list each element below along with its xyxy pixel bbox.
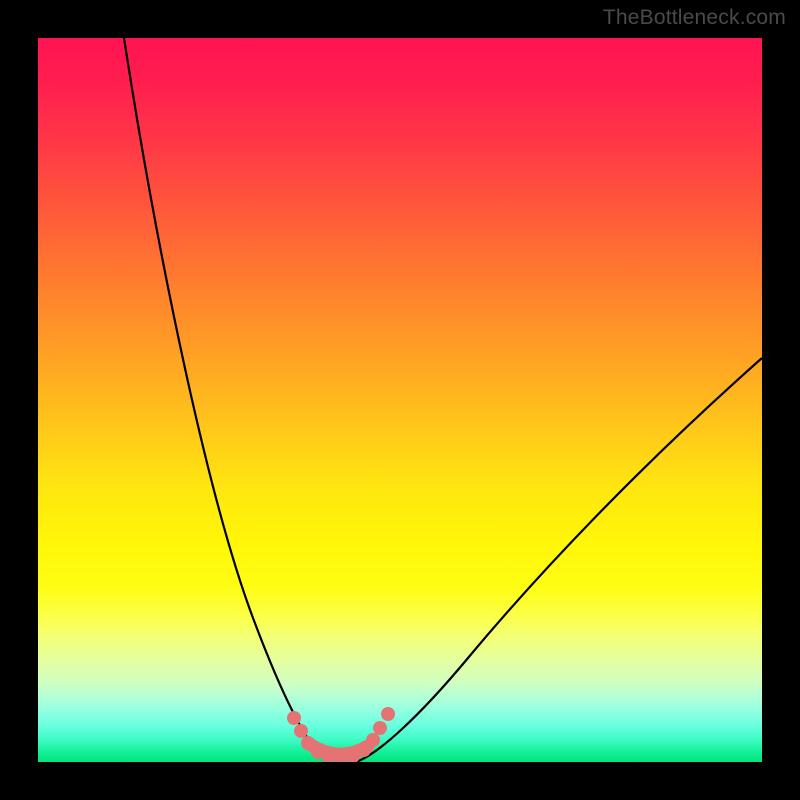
watermark-text: TheBottleneck.com xyxy=(603,6,786,30)
bottleneck-right-curve xyxy=(356,358,762,762)
plot-area xyxy=(38,38,762,762)
trough-highlight xyxy=(287,707,395,762)
chart-frame: TheBottleneck.com xyxy=(0,0,800,800)
curve-layer xyxy=(38,38,762,762)
bottleneck-left-curve xyxy=(124,38,328,762)
